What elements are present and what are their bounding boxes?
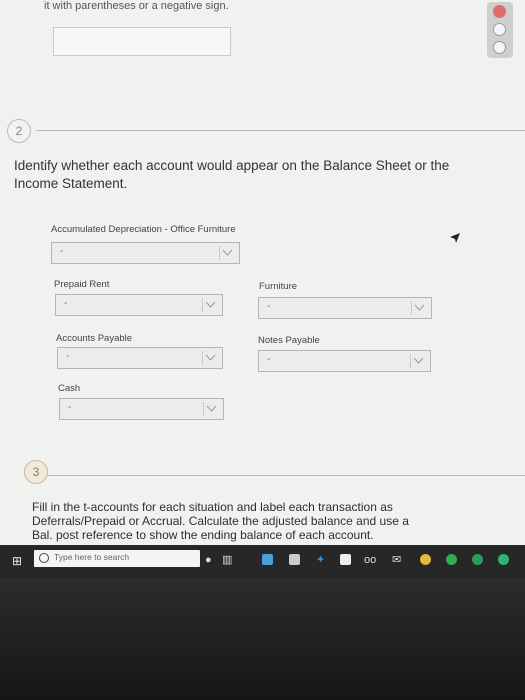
dropbox-icon[interactable]: ✦ [316,553,325,567]
search-ring-icon [39,553,49,563]
email-icon[interactable]: ✉ [392,553,401,567]
account-select[interactable]: - [258,350,431,372]
taskbar-search[interactable]: Type here to search [34,550,200,567]
taskbar: ⊞ Type here to search ● ▥ ✦ oo ✉ [0,545,525,578]
question-number-badge: 2 [7,119,31,143]
record-dot-icon [493,5,506,18]
account-label: Prepaid Rent [54,279,110,290]
windows-icon[interactable]: ⊞ [12,554,22,568]
question-prompt: Identify whether each account would appe… [14,158,450,191]
tripadvisor-icon[interactable]: oo [364,553,376,567]
chevron-down-icon [202,298,219,312]
task-view-icon[interactable]: ▥ [222,553,232,567]
account-select[interactable]: - [258,297,432,319]
mouse-pointer-icon [450,230,460,248]
account-label: Cash [58,383,81,394]
search-placeholder: Type here to search [54,552,130,562]
photos-icon[interactable] [446,554,457,565]
divider [40,475,525,476]
account-label: Furniture [259,281,298,292]
chevron-down-icon [219,246,236,260]
microphone-icon[interactable]: ● [205,553,212,567]
recording-indicator [487,2,513,58]
dot-icon [493,41,506,54]
account-select[interactable]: - [55,294,223,316]
app-icon[interactable] [498,554,509,565]
chevron-down-icon [411,301,428,315]
account-select[interactable]: - [59,398,224,420]
desk-background [0,578,525,700]
account-select[interactable]: - [57,347,223,369]
dot-icon [493,23,506,36]
chevron-down-icon [202,351,219,365]
account-label: Accumulated Depreciation - Office Furnit… [51,224,236,235]
account-label: Notes Payable [258,335,320,346]
previous-answer-field[interactable] [53,27,231,56]
chevron-down-icon [203,402,220,416]
previous-question-note: it with parentheses or a negative sign. [44,0,229,12]
divider [36,130,525,131]
amazon-icon[interactable] [340,554,351,565]
file-explorer-icon[interactable] [262,554,273,565]
chevron-down-icon [410,354,427,368]
account-label: Accounts Payable [56,333,133,344]
account-select[interactable]: - [51,242,240,264]
question-number-badge: 3 [24,460,48,484]
page: it with parentheses or a negative sign. … [0,0,525,700]
question-prompt: Fill in the t-accounts for each situatio… [32,500,409,542]
store-icon[interactable] [289,554,300,565]
chrome-icon[interactable] [420,554,431,565]
green-app-icon[interactable] [472,554,483,565]
